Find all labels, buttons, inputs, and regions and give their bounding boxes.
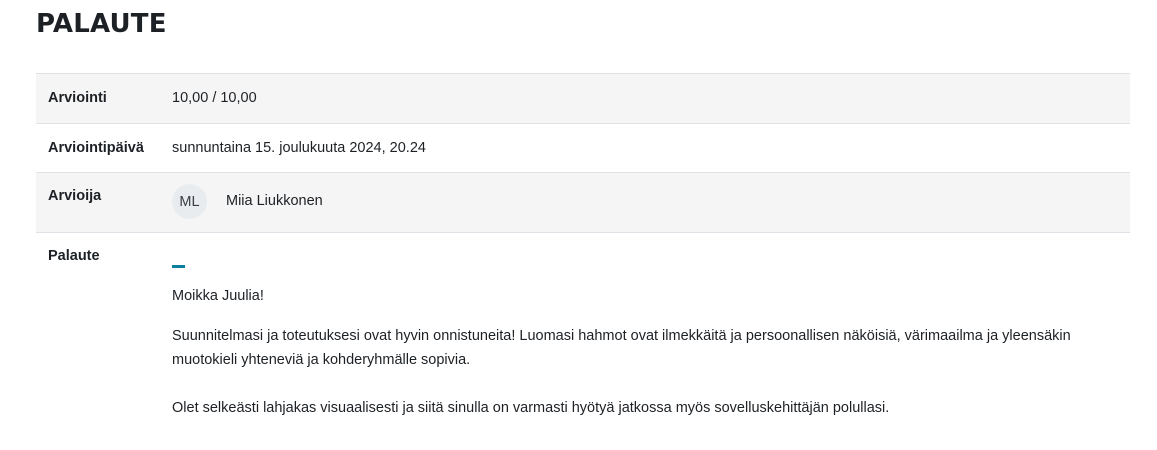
grader-value: ML Miia Liukkonen	[172, 173, 1130, 232]
grader-label: Arvioija	[48, 188, 102, 204]
feedback-table: Arviointi 10,00 / 10,00 Arviointipäivä s…	[36, 73, 1130, 450]
graded-on-value: sunnuntaina 15. joulukuuta 2024, 20.24	[172, 140, 426, 156]
feedback-spacer	[172, 372, 1130, 396]
accent-bar	[172, 265, 185, 268]
feedback-greeting: Moikka Juulia!	[172, 288, 264, 304]
page-title: PALAUTE	[36, 9, 167, 39]
feedback-paragraph: Suunnitelmasi ja toteutuksesi ovat hyvin…	[172, 328, 1071, 368]
grader-row: Arvioija ML Miia Liukkonen	[36, 172, 1130, 232]
feedback-content: Moikka Juulia! Suunnitelmasi ja toteutuk…	[172, 233, 1130, 450]
avatar[interactable]: ML	[172, 184, 207, 219]
feedback-label: Palaute	[48, 248, 100, 264]
feedback-paragraph: Olet selkeästi lahjakas visuaalisesti ja…	[172, 400, 890, 416]
feedback-row: Palaute Moikka Juulia! Suunnitelmasi ja …	[36, 232, 1130, 450]
grade-label: Arviointi	[48, 90, 107, 106]
grader-name: Miia Liukkonen	[226, 193, 323, 209]
grade-row: Arviointi 10,00 / 10,00	[36, 73, 1130, 123]
grade-value: 10,00 / 10,00	[172, 90, 257, 106]
graded-on-row: Arviointipäivä sunnuntaina 15. joulukuut…	[36, 123, 1130, 172]
graded-on-label: Arviointipäivä	[48, 140, 144, 156]
